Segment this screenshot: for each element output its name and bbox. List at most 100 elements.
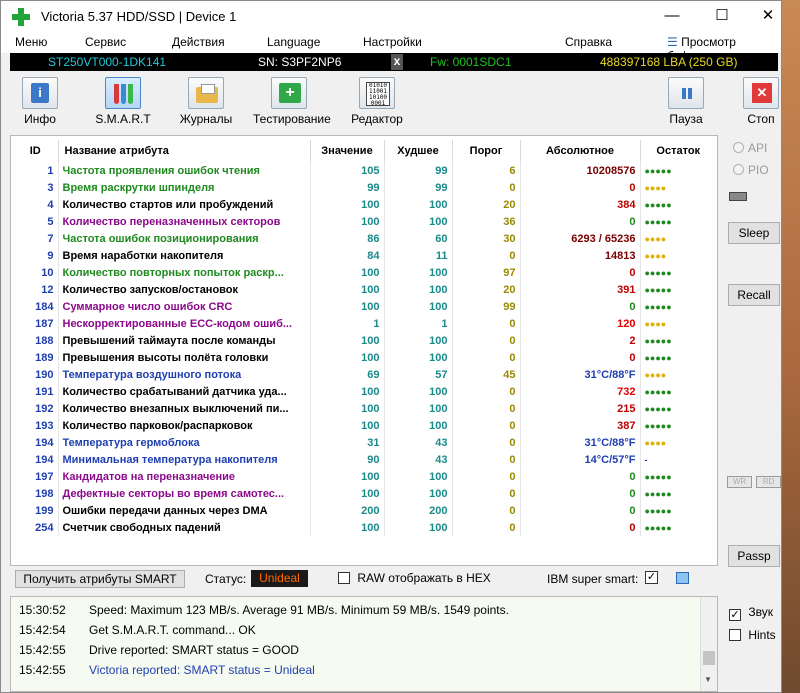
menu-item-actions[interactable]: Действия <box>172 35 225 49</box>
log-panel: 15:30:52 Speed: Maximum 123 MB/s. Average… <box>10 596 718 692</box>
menu-item-language[interactable]: Language <box>267 35 320 49</box>
logs-button[interactable]: Журналы <box>170 77 242 126</box>
smart-attributes-table: ID Название атрибута Значение Худшее Пор… <box>13 140 716 536</box>
table-row[interactable]: 9 Время наработки накопителя 84 11 0 14813 ●●●… <box>13 247 716 264</box>
close-button[interactable]: ✕ <box>745 1 791 33</box>
menu-item-service[interactable]: Сервис <box>85 35 126 49</box>
attr-raw: 0 <box>520 213 641 230</box>
col-header-threshold[interactable]: Порог <box>452 140 521 162</box>
attr-id: 193 <box>13 417 59 434</box>
attr-value: 100 <box>310 400 385 417</box>
log-scrollbar[interactable]: ▼ <box>700 597 717 691</box>
table-row[interactable]: 1 Частота проявления ошибок чтения 105 99 6 1… <box>13 162 716 179</box>
col-header-name[interactable]: Название атрибута <box>58 140 311 162</box>
table-row[interactable]: 199 Ошибки передачи данных через DMA 200 20… <box>13 502 716 519</box>
info-button[interactable]: i Инфо <box>4 77 76 126</box>
attr-rest: ●●●● <box>644 369 667 380</box>
log-time: 15:42:54 <box>19 623 66 637</box>
pause-button[interactable]: Пауза <box>650 77 722 126</box>
stop-button[interactable]: ✕ Стоп <box>725 77 797 126</box>
attr-raw: 31°C/88°F <box>520 366 641 383</box>
table-row[interactable]: 3 Время раскрутки шпинделя 99 99 0 0 ●●●● <box>13 179 716 196</box>
menu-item-settings[interactable]: Настройки <box>363 35 422 49</box>
attr-name: Время раскрутки шпинделя <box>58 179 311 196</box>
get-smart-button[interactable]: Получить атрибуты SMART <box>15 570 185 588</box>
smart-test-tubes-icon <box>105 77 141 109</box>
table-row[interactable]: 254 Счетчик свободных падений 100 100 0 0 ●●●●… <box>13 519 716 536</box>
table-row[interactable]: 192 Количество внезапных выключений пи...… <box>13 400 716 417</box>
attr-id: 184 <box>13 298 59 315</box>
smart-button[interactable]: S.M.A.R.T <box>87 77 159 126</box>
attr-value: 100 <box>310 383 385 400</box>
log-message: Get S.M.A.R.T. command... OK <box>89 623 256 637</box>
attr-threshold: 45 <box>452 366 521 383</box>
raw-hex-label: RAW отображать в HEX <box>357 571 491 585</box>
col-header-raw[interactable]: Абсолютное <box>520 140 641 162</box>
attr-id: 189 <box>13 349 59 366</box>
table-row[interactable]: 194 Температура гермоблока 31 43 0 31°C/88°F ●… <box>13 434 716 451</box>
status-row: Получить атрибуты SMART Статус: Unideal … <box>10 568 782 590</box>
attr-name: Время наработки накопителя <box>58 247 311 264</box>
table-row[interactable]: 190 Температура воздушного потока 69 57 45 31… <box>13 366 716 383</box>
table-row[interactable]: 12 Количество запусков/остановок 100 100 20 3… <box>13 281 716 298</box>
table-row[interactable]: 198 Дефектные секторы во время самотес...… <box>13 485 716 502</box>
log-time: 15:42:55 <box>19 643 66 657</box>
col-header-id[interactable]: ID <box>13 140 59 162</box>
color-swatch-icon[interactable] <box>676 572 689 584</box>
table-row[interactable]: 188 Превышений таймаута после команды 100 1… <box>13 332 716 349</box>
table-row[interactable]: 189 Превышения высоты полёта головки 100 10… <box>13 349 716 366</box>
ibm-super-smart-checkbox[interactable]: ✓ <box>645 571 658 584</box>
table-row[interactable]: 7 Частота ошибок позиционирования 86 60 30 62… <box>13 230 716 247</box>
attr-worst: 100 <box>384 485 453 502</box>
attr-name: Количество запусков/остановок <box>58 281 311 298</box>
stop-icon: ✕ <box>743 77 779 109</box>
table-row[interactable]: 184 Суммарное число ошибок CRC 100 100 99 0 ●●… <box>13 298 716 315</box>
col-header-worst[interactable]: Худшее <box>384 140 453 162</box>
attr-id: 187 <box>13 315 59 332</box>
menu-item-main[interactable]: Меню <box>15 35 47 49</box>
sleep-button[interactable]: Sleep <box>728 222 780 244</box>
attr-name: Дефектные секторы во время самотес... <box>58 485 311 502</box>
menu-item-help[interactable]: Справка <box>565 35 612 49</box>
hints-checkbox[interactable]: Hints <box>729 628 776 642</box>
maximize-button[interactable]: ☐ <box>699 1 745 33</box>
attr-threshold: 0 <box>452 332 521 349</box>
app-window: Victoria 5.37 HDD/SSD | Device 1 — ☐ ✕ М… <box>0 0 782 693</box>
table-row[interactable]: 193 Количество парковок/распарковок 100 100… <box>13 417 716 434</box>
attr-id: 191 <box>13 383 59 400</box>
table-row[interactable]: 191 Количество срабатываний датчика уда..… <box>13 383 716 400</box>
attr-id: 7 <box>13 230 59 247</box>
attr-name: Кандидатов на переназначение <box>58 468 311 485</box>
editor-button[interactable]: 01010 11001 10100 0001 Редактор <box>341 77 413 126</box>
api-radio[interactable]: API <box>733 141 767 155</box>
attr-worst: 99 <box>384 162 453 179</box>
passp-button[interactable]: Passp <box>728 545 780 567</box>
testing-button[interactable]: + Тестирование <box>253 77 331 126</box>
table-row[interactable]: 4 Количество стартов или пробуждений 100 10… <box>13 196 716 213</box>
table-row[interactable]: 5 Количество переназначенных секторов 100 1… <box>13 213 716 230</box>
col-header-value[interactable]: Значение <box>310 140 385 162</box>
sound-checkbox[interactable]: ✓ Звук <box>729 605 773 621</box>
attr-threshold: 0 <box>452 468 521 485</box>
scroll-down-icon[interactable]: ▼ <box>704 675 712 684</box>
attr-name: Количество стартов или пробуждений <box>58 196 311 213</box>
attr-value: 100 <box>310 417 385 434</box>
attr-value: 100 <box>310 213 385 230</box>
attr-id: 3 <box>13 179 59 196</box>
log-scroll-thumb[interactable] <box>703 651 715 665</box>
attr-value: 100 <box>310 281 385 298</box>
col-header-rest[interactable]: Остаток <box>640 140 716 162</box>
attr-name: Частота проявления ошибок чтения <box>58 162 311 179</box>
table-row[interactable]: 194 Минимальная температура накопителя 90 4… <box>13 451 716 468</box>
attr-value: 100 <box>310 196 385 213</box>
table-row[interactable]: 10 Количество повторных попыток раскр... 1… <box>13 264 716 281</box>
recall-button[interactable]: Recall <box>728 284 780 306</box>
attr-id: 190 <box>13 366 59 383</box>
close-drive-icon[interactable]: x <box>391 54 403 70</box>
table-row[interactable]: 197 Кандидатов на переназначение 100 100 0 0 ●… <box>13 468 716 485</box>
raw-hex-checkbox[interactable]: RAW отображать в HEX <box>338 571 491 585</box>
table-row[interactable]: 187 Нескорректированные ECC-кодом ошиб...… <box>13 315 716 332</box>
attr-threshold: 30 <box>452 230 521 247</box>
minimize-button[interactable]: — <box>649 1 695 33</box>
pio-radio[interactable]: PIO <box>733 163 769 177</box>
